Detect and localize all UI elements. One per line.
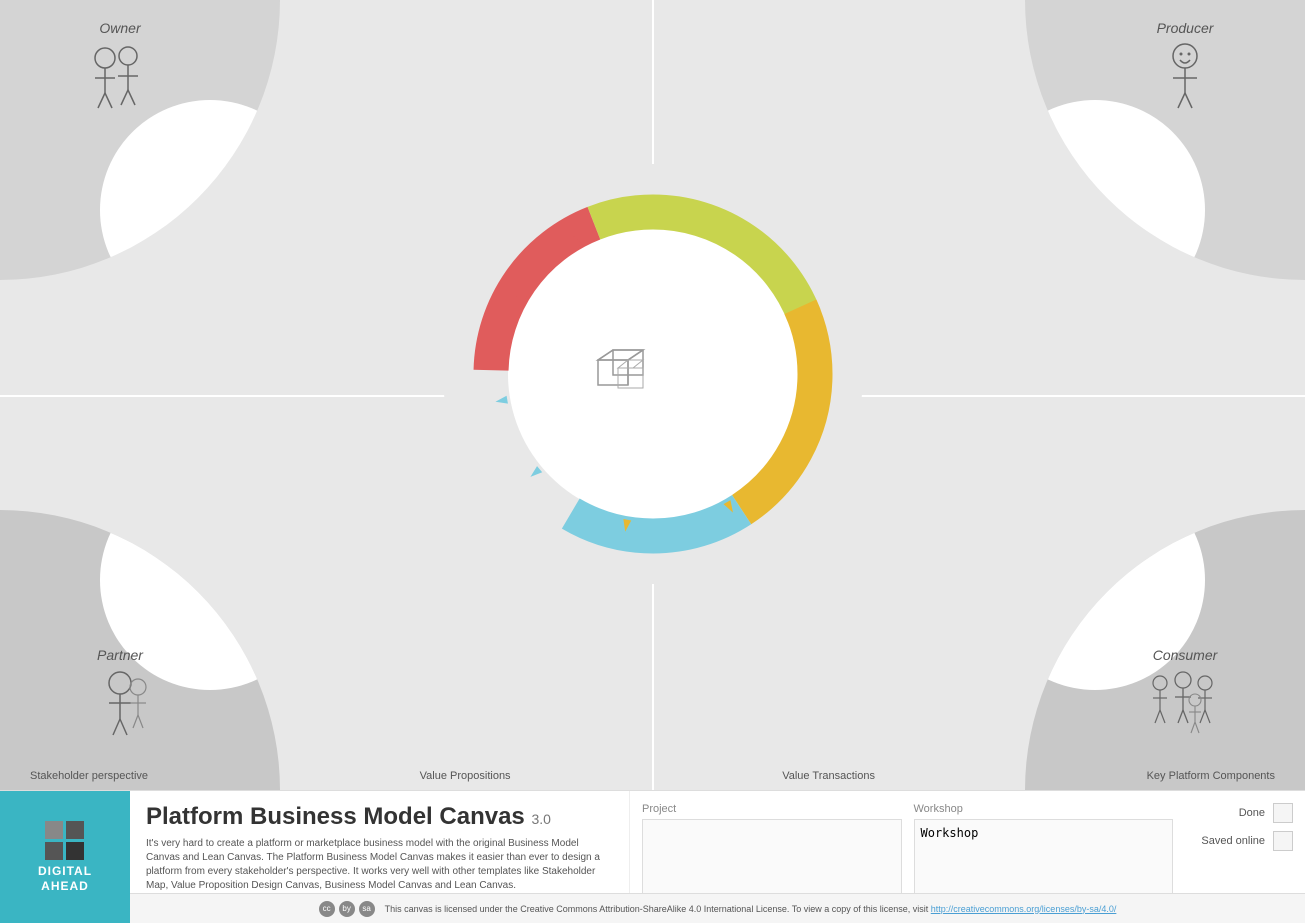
saved-checkbox[interactable] <box>1273 831 1293 851</box>
canvas-area: Owner Producer <box>0 0 1305 790</box>
owner-figure <box>80 38 160 118</box>
partner-figure <box>80 665 160 745</box>
sa-icon: sa <box>359 901 375 917</box>
label-stakeholder-perspective: Stakeholder perspective <box>30 770 148 782</box>
brand-sq2 <box>66 821 84 839</box>
done-label: Done <box>1239 807 1265 819</box>
label-value-propositions: Value Propositions <box>420 770 511 782</box>
canvas-version: 3.0 <box>531 811 550 827</box>
stakeholder-consumer: Consumer <box>1145 647 1225 750</box>
done-checkbox[interactable] <box>1273 803 1293 823</box>
label-key-platform-components: Key Platform Components <box>1147 770 1275 782</box>
bottom-bar: DIGITALAHEAD Platform Business Model Can… <box>0 790 1305 923</box>
producer-figure <box>1145 38 1225 118</box>
brand-sq1 <box>45 821 63 839</box>
brand-section: DIGITALAHEAD <box>0 791 130 923</box>
license-text: This canvas is licensed under the Creati… <box>385 904 1117 914</box>
stakeholder-owner: Owner <box>80 20 160 123</box>
consumer-label: Consumer <box>1153 647 1218 663</box>
cc-icon: cc <box>319 901 335 917</box>
saved-row: Saved online <box>1197 831 1293 851</box>
canvas-title: Platform Business Model Canvas 3.0 <box>146 803 613 831</box>
done-row: Done <box>1197 803 1293 823</box>
saved-label: Saved online <box>1201 835 1265 847</box>
brand-sq4 <box>66 842 84 860</box>
license-link[interactable]: http://creativecommons.org/licenses/by-s… <box>931 904 1117 914</box>
by-icon: by <box>339 901 355 917</box>
brand-name: DIGITALAHEAD <box>38 864 92 893</box>
project-label: Project <box>642 803 902 815</box>
consumer-figure <box>1145 665 1225 745</box>
license-bar: cc by sa This canvas is licensed under t… <box>130 893 1305 923</box>
owner-label: Owner <box>99 20 140 36</box>
labels-row: Stakeholder perspective Value Propositio… <box>0 770 1305 782</box>
canvas-description: It's very hard to create a platform or m… <box>146 837 613 893</box>
center-icon <box>588 340 658 410</box>
partner-label: Partner <box>97 647 143 663</box>
stakeholder-partner: Partner <box>80 647 160 750</box>
stakeholder-producer: Producer <box>1145 20 1225 123</box>
label-value-transactions: Value Transactions <box>782 770 875 782</box>
producer-label: Producer <box>1157 20 1214 36</box>
workshop-label: Workshop <box>914 803 1174 815</box>
brand-sq3 <box>45 842 63 860</box>
license-icons: cc by sa <box>319 901 375 917</box>
